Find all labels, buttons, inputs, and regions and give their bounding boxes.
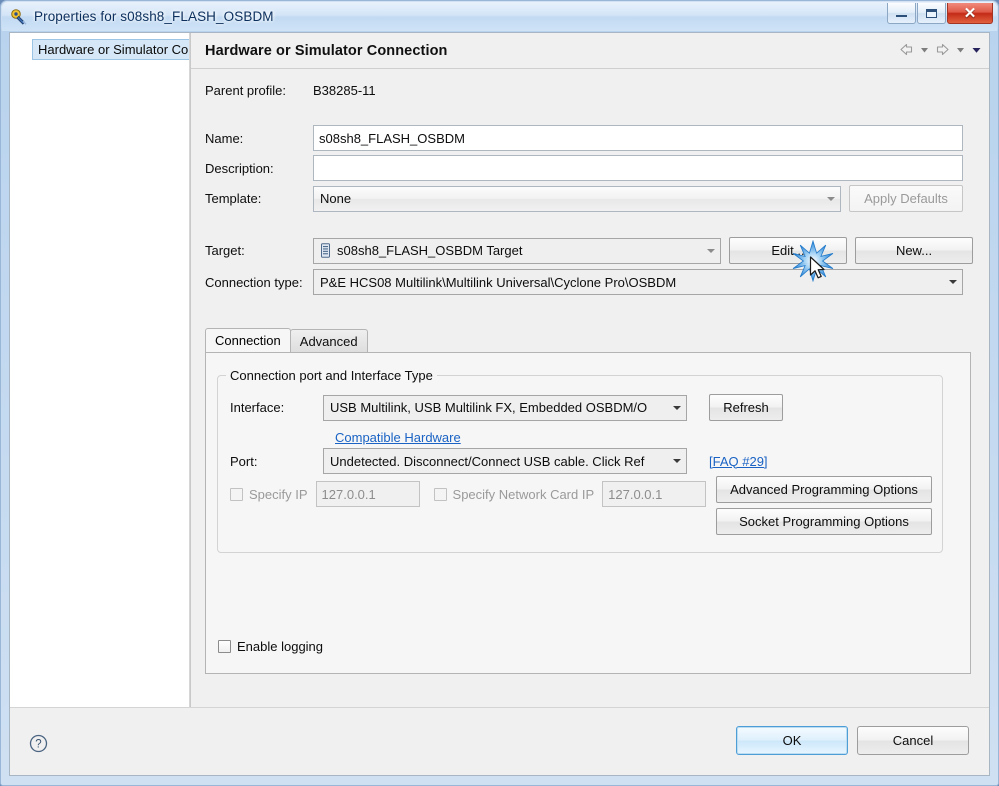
- compatible-hardware-link[interactable]: Compatible Hardware: [335, 430, 461, 445]
- close-icon: ✕: [963, 4, 977, 22]
- forward-arrow-icon[interactable]: [934, 41, 951, 58]
- page-title: Hardware or Simulator Connection: [205, 42, 448, 59]
- specify-ip-label: Specify IP: [249, 486, 308, 502]
- interface-row: Interface: USB Multilink, USB Multilink …: [230, 394, 783, 421]
- specify-ip-checkbox[interactable]: [230, 487, 243, 501]
- target-value: s08sh8_FLASH_OSBDM Target: [337, 243, 523, 258]
- chevron-down-icon: [666, 396, 686, 420]
- back-history-dropdown-icon[interactable]: [918, 42, 931, 57]
- specify-network-card-ip-checkbox[interactable]: [433, 487, 447, 501]
- refresh-button[interactable]: Refresh: [709, 394, 783, 421]
- minimize-button[interactable]: [887, 3, 916, 24]
- view-menu-dropdown-icon[interactable]: [970, 42, 983, 57]
- specify-network-card-ip-input[interactable]: 127.0.0.1: [602, 481, 707, 507]
- restore-button[interactable]: [917, 3, 946, 24]
- sidebar-item-label: Hardware or Simulator Connection: [38, 42, 189, 57]
- name-row: Name: s08sh8_FLASH_OSBDM: [205, 125, 963, 151]
- name-input[interactable]: s08sh8_FLASH_OSBDM: [313, 125, 963, 151]
- apply-defaults-button[interactable]: Apply Defaults: [849, 185, 963, 212]
- sidebar-item-hardware-or-simulator-connection[interactable]: Hardware or Simulator Connection: [32, 39, 189, 60]
- chevron-down-icon: [820, 187, 840, 211]
- window-controls: ✕: [887, 3, 993, 24]
- close-button[interactable]: ✕: [947, 3, 993, 24]
- enable-logging-checkbox[interactable]: [218, 640, 231, 653]
- window-title: Properties for s08sh8_FLASH_OSBDM: [34, 9, 274, 24]
- dialog-footer: ? OK Cancel: [10, 707, 989, 775]
- port-value: Undetected. Disconnect/Connect USB cable…: [330, 453, 645, 469]
- name-label: Name:: [205, 130, 244, 146]
- interface-value: USB Multilink, USB Multilink FX, Embedde…: [330, 400, 648, 415]
- tab-advanced-label: Advanced: [299, 333, 358, 349]
- target-label: Target:: [205, 243, 245, 258]
- specify-ip-input[interactable]: 127.0.0.1: [315, 481, 420, 507]
- tab-strip: Connection Advanced: [205, 328, 368, 352]
- parent-profile-value: B38285-11: [313, 83, 376, 98]
- page-navigation: [898, 41, 983, 58]
- title-bar[interactable]: Properties for s08sh8_FLASH_OSBDM ✕: [2, 2, 997, 31]
- tab-connection[interactable]: Connection: [205, 328, 291, 352]
- template-dropdown[interactable]: None: [313, 185, 841, 212]
- connection-port-group: Connection port and Interface Type Inter…: [217, 368, 943, 553]
- connection-port-group-title: Connection port and Interface Type: [226, 368, 437, 383]
- settings-tree[interactable]: Hardware or Simulator Connection: [10, 33, 190, 707]
- advanced-programming-options-button[interactable]: Advanced Programming Options: [716, 476, 932, 503]
- connection-type-value: P&E HCS08 Multilink\Multilink Universal\…: [320, 274, 677, 290]
- device-chip-icon: [320, 243, 331, 258]
- help-question-icon[interactable]: ?: [29, 734, 48, 753]
- dialog-body: Hardware or Simulator Connection Hardwar…: [10, 33, 989, 707]
- restore-icon: [926, 8, 937, 18]
- connection-type-row: Connection type: P&E HCS08 Multilink\Mul…: [205, 269, 963, 295]
- port-label: Port:: [230, 453, 258, 469]
- edit-target-button[interactable]: Edit...: [729, 237, 847, 264]
- svg-text:?: ?: [35, 739, 41, 751]
- interface-label: Interface:: [230, 400, 285, 415]
- tab-connection-label: Connection: [215, 333, 281, 348]
- parent-profile-row: Parent profile: B38285-11: [205, 83, 376, 98]
- chevron-down-icon: [700, 239, 720, 263]
- back-arrow-icon[interactable]: [898, 41, 915, 58]
- description-label: Description:: [205, 160, 274, 176]
- faq-link[interactable]: [FAQ #29]: [709, 454, 768, 469]
- parent-profile-label: Parent profile:: [205, 83, 286, 98]
- tab-panel-connection: Connection port and Interface Type Inter…: [205, 352, 971, 674]
- port-dropdown[interactable]: Undetected. Disconnect/Connect USB cable…: [323, 448, 687, 474]
- chevron-down-icon: [942, 270, 962, 294]
- template-label: Template:: [205, 191, 262, 206]
- dialog-client-area: Hardware or Simulator Connection Hardwar…: [9, 32, 990, 776]
- dialog-window: Properties for s08sh8_FLASH_OSBDM ✕ Hard…: [0, 0, 999, 786]
- cancel-button[interactable]: Cancel: [857, 726, 969, 755]
- specify-network-card-ip-label: Specify Network Card IP: [452, 486, 595, 502]
- page-header: Hardware or Simulator Connection: [191, 33, 989, 69]
- connection-form: Parent profile: B38285-11 Name: s08sh8_F…: [191, 69, 989, 707]
- ok-button[interactable]: OK: [736, 726, 848, 755]
- interface-dropdown[interactable]: USB Multilink, USB Multilink FX, Embedde…: [323, 394, 687, 421]
- port-row: Port: Undetected. Disconnect/Connect USB…: [230, 448, 768, 474]
- connection-type-dropdown[interactable]: P&E HCS08 Multilink\Multilink Universal\…: [313, 269, 963, 295]
- connection-type-label: Connection type:: [205, 274, 303, 290]
- minimize-icon: [896, 15, 907, 17]
- forward-history-dropdown-icon[interactable]: [954, 42, 967, 57]
- description-input[interactable]: [313, 155, 963, 181]
- template-value: None: [320, 191, 352, 206]
- template-row: Template: None Apply Defaults: [205, 185, 963, 212]
- target-row: Target: s08sh8_FLASH_OSBDM Target Edit..…: [205, 237, 973, 264]
- socket-programming-options-button[interactable]: Socket Programming Options: [716, 508, 932, 535]
- property-page: Hardware or Simulator Connection Parent …: [190, 33, 989, 707]
- target-dropdown[interactable]: s08sh8_FLASH_OSBDM Target: [313, 237, 721, 264]
- new-target-button[interactable]: New...: [855, 237, 973, 264]
- ip-options-row: Specify IP 127.0.0.1 Specify Network Car…: [230, 481, 707, 507]
- enable-logging-label: Enable logging: [237, 639, 324, 654]
- chevron-down-icon: [666, 449, 686, 473]
- description-row: Description:: [205, 155, 963, 181]
- enable-logging-row: Enable logging: [218, 639, 323, 654]
- properties-icon: [10, 8, 28, 26]
- tab-advanced[interactable]: Advanced: [289, 329, 368, 352]
